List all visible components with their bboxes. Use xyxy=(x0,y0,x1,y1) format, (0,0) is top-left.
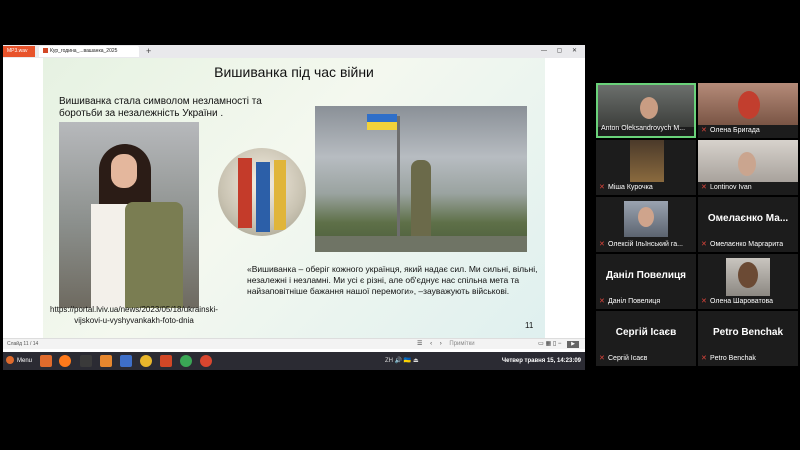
participant-tile[interactable]: Anton Oleksandrovych M... xyxy=(596,83,696,138)
presentation-status-bar: Слайд 11 / 14 ☰ ‹ › Примітки ▭ ▦ ▯ − ▶ xyxy=(3,338,585,349)
menu-label: Menu xyxy=(17,358,33,364)
view-controls: ▭ ▦ ▯ − ▶ xyxy=(538,339,579,349)
shared-screen: MP3.wav Кур_годинa_...вашанка_2025 + — ▢… xyxy=(3,45,585,370)
firefox-icon[interactable] xyxy=(59,355,71,367)
tab-mp3[interactable]: MP3.wav xyxy=(3,46,35,57)
slide-quote: «Вишиванка – оберіг кожного українця, як… xyxy=(247,264,538,296)
participant-name: ✕ Омелаєнко Маргарита xyxy=(701,241,784,248)
muted-mic-icon: ✕ xyxy=(599,241,605,248)
start-menu-button[interactable]: Menu xyxy=(6,355,32,367)
next-slide-icon[interactable]: › xyxy=(440,341,442,347)
muted-mic-icon: ✕ xyxy=(701,184,707,191)
folder-icon[interactable] xyxy=(100,355,112,367)
photo-embroidered-shirts xyxy=(218,148,306,236)
os-taskbar: Menu ZH 🔊 🇺🇦 ⏏ Четвер травня 15, 14:23:0… xyxy=(3,352,585,370)
participant-name: ✕ Lontinov Ivan xyxy=(701,184,752,191)
participant-name: ✕ Міша Курочка xyxy=(599,184,653,191)
participant-tile[interactable]: ✕ Олена Бригада xyxy=(698,83,798,138)
normal-view-icon[interactable]: ▭ xyxy=(538,341,544,347)
grid-view-icon[interactable]: ▦ xyxy=(545,341,551,347)
participant-tile[interactable]: Даніл Повелиця ✕ Даніл Повелиця xyxy=(596,254,696,309)
prev-slide-icon[interactable]: ‹ xyxy=(430,341,432,347)
slide-subtitle: Вишиванка стала символом незламності та … xyxy=(59,96,262,119)
muted-mic-icon: ✕ xyxy=(599,355,605,362)
slide-nav: ☰ ‹ › Примітки xyxy=(417,339,481,349)
window-controls[interactable]: — ▢ ✕ xyxy=(541,45,581,58)
participant-tile[interactable]: ✕ Lontinov Ivan xyxy=(698,140,798,195)
participant-tile[interactable]: ✕ Олена Шароватова xyxy=(698,254,798,309)
participant-name: ✕ Олена Бригада xyxy=(701,127,760,134)
zoom-out-icon[interactable]: − xyxy=(558,341,562,347)
slide-title: Вишиванка під час війни xyxy=(214,64,374,80)
muted-mic-icon: ✕ xyxy=(701,127,707,134)
photo-woman-in-vyshyvanka xyxy=(59,122,199,308)
muted-mic-icon: ✕ xyxy=(701,241,707,248)
source-url: https://portal.lviv.ua/news/2023/05/18/u… xyxy=(50,305,218,325)
clock[interactable]: Четвер травня 15, 14:23:09 xyxy=(502,352,581,370)
zoom-app-icon[interactable] xyxy=(120,355,132,367)
muted-mic-icon: ✕ xyxy=(599,184,605,191)
participant-big-name: Даніл Повелиця xyxy=(606,270,686,281)
terminal-icon[interactable] xyxy=(80,355,92,367)
participant-big-name: Petro Benchak xyxy=(712,327,784,338)
muted-mic-icon: ✕ xyxy=(701,298,707,305)
participant-name: ✕ Petro Benchak xyxy=(701,355,756,362)
participant-name: ✕ Сергій Ісаєв xyxy=(599,355,648,362)
muted-mic-icon: ✕ xyxy=(701,355,707,362)
participant-name: ✕ Даніл Повелиця xyxy=(599,298,661,305)
participant-tile[interactable]: Petro Benchak ✕ Petro Benchak xyxy=(698,311,798,366)
participant-name: Anton Oleksandrovych M... xyxy=(601,125,686,132)
slide-page-number: 11 xyxy=(525,321,534,330)
participant-tile[interactable]: ✕ Міша Курочка xyxy=(596,140,696,195)
participant-big-name: Сергій Ісаєв xyxy=(615,327,677,338)
reading-view-icon[interactable]: ▯ xyxy=(553,341,556,347)
tab-presentation[interactable]: Кур_годинa_...вашанка_2025 xyxy=(39,46,139,57)
slide-counter: Слайд 11 / 14 xyxy=(7,341,39,347)
browser-tab-bar: MP3.wav Кур_годинa_...вашанка_2025 + — ▢… xyxy=(3,45,585,58)
chrome-icon[interactable] xyxy=(140,355,152,367)
participant-name: ✕ Олена Шароватова xyxy=(701,298,774,305)
slideshow-play-icon[interactable]: ▶ xyxy=(567,341,579,348)
participant-big-name: Омелаєнко Ма... xyxy=(707,213,789,224)
participant-tile[interactable]: ✕ Олексій Ільїнський га... xyxy=(596,197,696,252)
muted-mic-icon: ✕ xyxy=(599,298,605,305)
participant-tile[interactable]: Сергій Ісаєв ✕ Сергій Ісаєв xyxy=(596,311,696,366)
notes-button[interactable]: Примітки xyxy=(449,341,474,347)
slide: Вишиванка під час війни Вишиванка стала … xyxy=(43,58,545,338)
photo-soldier-with-flag xyxy=(315,106,527,252)
files-app-icon[interactable] xyxy=(40,355,52,367)
chrome-profile-2-icon[interactable] xyxy=(200,355,212,367)
participant-name: ✕ Олексій Ільїнський га... xyxy=(599,241,683,248)
powerpoint-icon xyxy=(43,48,48,54)
tab-presentation-label: Кур_годинa_...вашанка_2025 xyxy=(50,48,118,54)
slide-area: Вишиванка під час війни Вишиванка стала … xyxy=(3,58,585,338)
powerpoint-app-icon[interactable] xyxy=(160,355,172,367)
chrome-profile-icon[interactable] xyxy=(180,355,192,367)
list-icon[interactable]: ☰ xyxy=(417,341,422,347)
menu-logo-icon xyxy=(6,356,14,365)
new-tab-button[interactable]: + xyxy=(146,45,151,58)
system-tray[interactable]: ZH 🔊 🇺🇦 ⏏ xyxy=(385,352,419,370)
participant-tile[interactable]: Омелаєнко Ма... ✕ Омелаєнко Маргарита xyxy=(698,197,798,252)
